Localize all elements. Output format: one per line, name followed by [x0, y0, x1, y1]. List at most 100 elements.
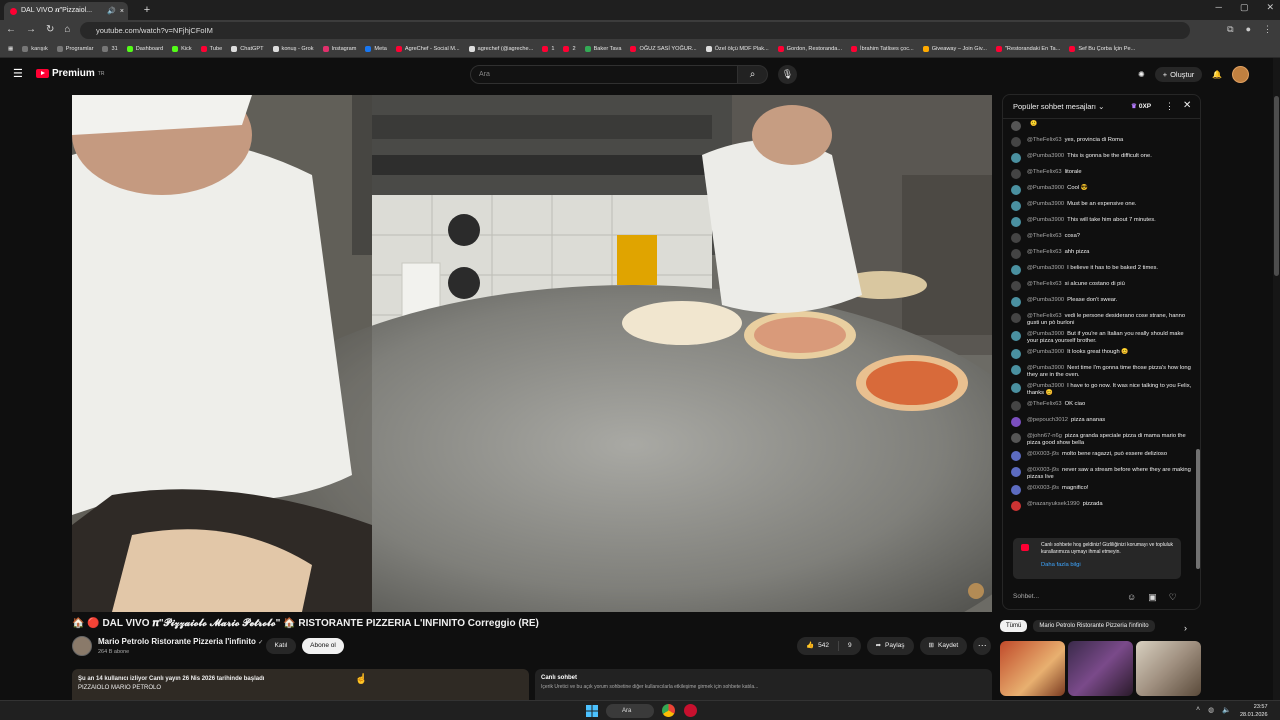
chat-message[interactable]: @0X003-j9s molto bene ragazzi, può essere…: [1011, 449, 1195, 465]
chat-user-avatar[interactable]: [1011, 467, 1021, 477]
chat-message[interactable]: @Pumba3900 Next time I'm gonna time those…: [1011, 363, 1195, 381]
windows-start-icon[interactable]: [586, 705, 598, 717]
chat-username[interactable]: @Pumba3900: [1027, 349, 1064, 355]
chevron-right-icon[interactable]: ›: [1184, 623, 1187, 633]
chat-input[interactable]: Sohbet...: [1013, 589, 1123, 605]
bookmark-item[interactable]: Programlar: [56, 46, 93, 52]
chat-username[interactable]: @john67-n6g: [1027, 433, 1062, 439]
chat-mode-dropdown[interactable]: Popüler sohbet mesajları ⌄: [1013, 102, 1104, 111]
save-button[interactable]: ⊞ Kaydet: [919, 637, 968, 655]
chat-username[interactable]: @TheFelix63: [1027, 281, 1062, 287]
menu-icon[interactable]: ☰: [13, 69, 23, 80]
chat-user-avatar[interactable]: [1011, 265, 1021, 275]
chat-user-avatar[interactable]: [1011, 233, 1021, 243]
learn-more-link[interactable]: Daha fazla bilgi: [1041, 562, 1175, 569]
like-button[interactable]: 👍 542: [797, 637, 838, 655]
chat-message[interactable]: @nazanyuksek1990 pizzada: [1011, 499, 1195, 515]
chip-all[interactable]: Tümü: [1000, 620, 1028, 632]
chat-user-avatar[interactable]: [1011, 217, 1021, 227]
chat-message[interactable]: @Pumba3900 I believe it has to be baked 2…: [1011, 263, 1195, 279]
minimize-icon[interactable]: ─: [1216, 2, 1222, 13]
chat-user-avatar[interactable]: [1011, 433, 1021, 443]
chat-message[interactable]: @Pumba3900 Must be an expensive one.: [1011, 199, 1195, 215]
chat-user-avatar[interactable]: [1011, 169, 1021, 179]
chat-message[interactable]: @0X003-j9s magnifico!: [1011, 483, 1195, 499]
chat-message[interactable]: @john67-n6g pizza granda speciale pizza d…: [1011, 431, 1195, 449]
chevron-up-icon[interactable]: ˄: [1196, 706, 1200, 714]
xp-badge[interactable]: ♛ 0XP: [1131, 102, 1151, 111]
chat-user-avatar[interactable]: [1011, 365, 1021, 375]
browser-tab[interactable]: DAL VIVO 𝝅"Pizzaiol... 🔊 ×: [4, 2, 128, 20]
bookmark-item[interactable]: 1: [542, 46, 554, 52]
chat-user-avatar[interactable]: [1011, 383, 1021, 393]
chat-message[interactable]: @Pumba3900 I have to go now. It was nice …: [1011, 381, 1195, 399]
bookmark-item[interactable]: Özel ölçü MDF Plak...: [705, 46, 769, 52]
chat-user-avatar[interactable]: [1011, 281, 1021, 291]
forward-icon[interactable]: →: [26, 24, 36, 35]
apps-icon[interactable]: ▦: [8, 46, 13, 52]
chat-message[interactable]: @Pumba3900 Please don't swear.: [1011, 295, 1195, 311]
bookmark-item[interactable]: 2: [563, 46, 576, 52]
bookmark-item[interactable]: AgreChef - Social M...: [395, 46, 460, 52]
taskbar-search[interactable]: Ara: [606, 704, 654, 718]
channel-name[interactable]: Mario Petrolo Ristorante Pizzeria l'infi…: [98, 637, 263, 646]
bookmark-item[interactable]: Kick: [172, 46, 192, 52]
reload-icon[interactable]: ↻: [46, 24, 54, 35]
chat-user-avatar[interactable]: [1011, 501, 1021, 511]
live-chat-info-box[interactable]: Canlı sohbet İçerik Üretici ve bu açık y…: [535, 669, 992, 700]
tab-audio-icon[interactable]: 🔊: [107, 7, 116, 15]
chat-close-icon[interactable]: ✕: [1183, 100, 1191, 111]
chat-user-avatar[interactable]: [1011, 401, 1021, 411]
chat-user-avatar[interactable]: [1011, 297, 1021, 307]
bookmark-item[interactable]: Dashboard: [126, 46, 163, 52]
chat-username[interactable]: @Pumba3900: [1027, 153, 1064, 159]
video-player[interactable]: [72, 95, 992, 612]
chat-username[interactable]: @Pumba3900: [1027, 217, 1064, 223]
taskbar-clock[interactable]: 23:57 28.01.2026: [1240, 703, 1268, 719]
youtube-logo[interactable]: Premium TR: [36, 68, 104, 79]
bookmark-item[interactable]: Giveaway – Join Giv...: [922, 46, 987, 52]
chat-username[interactable]: @0X003-j9s: [1027, 467, 1059, 473]
emoji-icon[interactable]: ☺: [1127, 592, 1136, 603]
channel-avatar[interactable]: [72, 636, 92, 656]
chat-username[interactable]: @0X003-j9s: [1027, 451, 1059, 457]
bookmark-item[interactable]: Sef Bu Çorba İçin Pe...: [1069, 46, 1135, 52]
profile-icon[interactable]: ●: [1246, 24, 1251, 35]
chat-username[interactable]: @Pumba3900: [1027, 365, 1064, 371]
chat-username[interactable]: @TheFelix63: [1027, 313, 1062, 319]
bookmark-item[interactable]: Gordon, Restoranda...: [777, 46, 842, 52]
recommended-video-thumbnail[interactable]: [1000, 641, 1065, 696]
bookmark-item[interactable]: OĞUZ SASİ YOĞUR...: [630, 46, 697, 52]
chat-message[interactable]: @TheFelix63 OK ciao: [1011, 399, 1195, 415]
subscribe-button[interactable]: Abone ol: [302, 638, 344, 654]
home-icon[interactable]: ⌂: [64, 24, 70, 35]
search-button[interactable]: ⌕: [738, 65, 768, 84]
chat-username[interactable]: @TheFelix63: [1027, 401, 1062, 407]
chip-channel[interactable]: Mario Petrolo Ristorante Pizzeria l'infi…: [1033, 620, 1155, 632]
chrome-taskbar-icon[interactable]: [662, 704, 675, 717]
more-actions-icon[interactable]: ⋯: [973, 637, 992, 655]
chat-username[interactable]: @TheFelix63: [1027, 233, 1062, 239]
chat-user-avatar[interactable]: [1011, 451, 1021, 461]
viewer-count-button[interactable]: 9: [839, 637, 861, 655]
bookmark-item[interactable]: karışık: [22, 46, 48, 52]
chat-message[interactable]: @Pumba3900 This is gonna be the difficult…: [1011, 151, 1195, 167]
chat-username[interactable]: @TheFelix63: [1027, 249, 1062, 255]
bookmark-item[interactable]: ChatGPT: [231, 46, 264, 52]
browser-menu-icon[interactable]: ⋮: [1263, 24, 1272, 35]
chat-user-avatar[interactable]: [1011, 249, 1021, 259]
chat-message[interactable]: @Pumba3900 Cool 😎: [1011, 183, 1195, 199]
chat-username[interactable]: @Pumba3900: [1027, 265, 1064, 271]
bookmark-item[interactable]: Instagram: [322, 46, 356, 52]
studio-icon[interactable]: ✺: [1138, 70, 1145, 79]
chat-user-avatar[interactable]: [1011, 137, 1021, 147]
create-button[interactable]: + Oluştur: [1154, 67, 1203, 82]
chat-user-avatar[interactable]: [1011, 349, 1021, 359]
bookmark-item[interactable]: Tube: [200, 46, 222, 52]
bookmark-item[interactable]: İbrahim Tatlises çoc...: [851, 46, 914, 52]
maximize-icon[interactable]: ▢: [1240, 2, 1249, 13]
chat-username[interactable]: @Pumba3900: [1027, 331, 1064, 337]
chat-user-avatar[interactable]: [1011, 201, 1021, 211]
chat-message[interactable]: @TheFelix63 litorale: [1011, 167, 1195, 183]
notifications-icon[interactable]: 🔔: [1212, 70, 1222, 79]
